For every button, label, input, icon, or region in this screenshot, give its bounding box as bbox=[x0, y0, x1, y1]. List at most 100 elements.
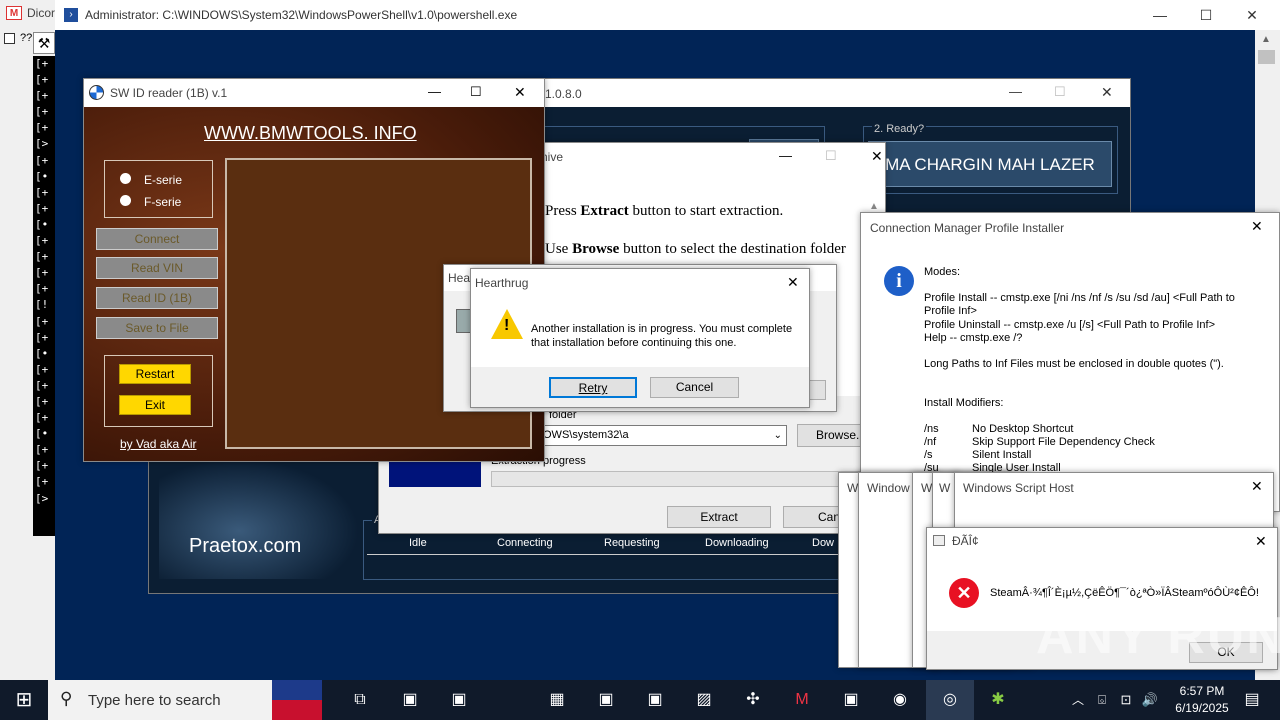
restart-button[interactable]: Restart bbox=[119, 364, 191, 384]
minimize-icon[interactable]: — bbox=[1137, 0, 1183, 30]
archive-folder-value: OWS\system32\a bbox=[543, 429, 629, 441]
taskbar-app-powershell-icon[interactable]: ▣ bbox=[394, 684, 426, 716]
console-lines: [+ [+ [+ [+ [+ [> [+ [• [+ [+ [• [+ [+ [+ [+ [! [+ [+ [• [+… bbox=[35, 56, 55, 507]
archive-image bbox=[389, 459, 481, 487]
scroll-up-icon[interactable]: ▲ bbox=[1261, 34, 1271, 45]
radio-e-label: E-serie bbox=[144, 173, 183, 187]
taskbar: ⊞ ⚲ Type here to search ⧉ ▣ ▣ ▦ ▣ ▣ ▨ ✣ … bbox=[0, 680, 1280, 720]
ready-button[interactable]: MA CHARGIN MAH LAZER bbox=[868, 141, 1112, 187]
archive-scroll-up-icon[interactable]: ▲ bbox=[869, 201, 879, 212]
console-line: [+ bbox=[35, 282, 49, 296]
sw-credit[interactable]: by Vad aka Air bbox=[120, 437, 197, 451]
dicor-tool-icon: ⚒ bbox=[33, 32, 55, 54]
sw-titlebar: SW ID reader (1B) v.1 — ☐ ✕ bbox=[84, 79, 544, 107]
taskbar-app-installer-icon[interactable]: ▨ bbox=[688, 684, 720, 716]
steam-error-message: SteamÂ·¾¶Î´È¡µ½,ÇëÊÖ¶¯´ò¿ªÒ»ÏÂSteamºóÔÙ²… bbox=[990, 587, 1259, 599]
taskbar-app-window3-icon[interactable]: ▣ bbox=[639, 684, 671, 716]
console-line: [> bbox=[35, 491, 49, 505]
powershell-icon: › bbox=[64, 8, 78, 22]
tray-device-icon[interactable]: ⌺ bbox=[1090, 684, 1114, 716]
error-icon: ✕ bbox=[949, 578, 979, 608]
console-line: [+ bbox=[35, 330, 49, 344]
read-vin-button[interactable]: Read VIN bbox=[96, 257, 218, 279]
cm-modes-label: Modes: bbox=[924, 266, 961, 278]
console-line: [+ bbox=[35, 121, 49, 135]
read-id-button[interactable]: Read ID (1B) bbox=[96, 287, 218, 309]
archive-maximize-icon[interactable]: ☐ bbox=[825, 148, 837, 164]
connect-button[interactable]: Connect bbox=[96, 228, 218, 250]
taskbar-date[interactable]: 6/19/2025 bbox=[1164, 701, 1240, 715]
steam-close-icon[interactable]: ✕ bbox=[1255, 533, 1267, 550]
maximize-icon[interactable]: ☐ bbox=[1183, 0, 1229, 30]
dicor-checkbox[interactable] bbox=[4, 33, 15, 44]
cm-line-2: Profile Uninstall -- cmstp.exe /u [/s] <… bbox=[924, 319, 1216, 331]
steam-dialog-title: ÐÃÎ¢ bbox=[952, 534, 979, 548]
cm-close-icon[interactable]: ✕ bbox=[1251, 218, 1263, 235]
exit-button[interactable]: Exit bbox=[119, 395, 191, 415]
ready-group: 2. Ready? MA CHARGIN MAH LAZER bbox=[863, 123, 1118, 194]
task-view-icon[interactable]: ⧉ bbox=[344, 684, 376, 716]
console-line: [+ bbox=[35, 89, 49, 103]
search-placeholder: Type here to search bbox=[88, 692, 221, 709]
retry-button[interactable]: Retry bbox=[549, 377, 637, 398]
lazer-minimize-icon[interactable]: — bbox=[1009, 84, 1022, 99]
tray-network-icon[interactable]: ⊡ bbox=[1114, 684, 1138, 716]
console-line: [+ bbox=[35, 394, 49, 408]
console-line: [+ bbox=[35, 57, 49, 70]
taskbar-app-bmw-icon[interactable]: ◉ bbox=[884, 684, 916, 716]
taskbar-time[interactable]: 6:57 PM bbox=[1172, 684, 1232, 698]
cm-title: Connection Manager Profile Installer bbox=[870, 221, 1065, 235]
radio-e-serie[interactable] bbox=[120, 173, 131, 184]
close-icon[interactable]: ✕ bbox=[1229, 0, 1275, 30]
save-file-button[interactable]: Save to File bbox=[96, 317, 218, 339]
notification-icon[interactable]: ▤ bbox=[1236, 684, 1268, 716]
radio-f-serie[interactable] bbox=[120, 195, 131, 206]
scroll-thumb[interactable] bbox=[1258, 50, 1275, 64]
taskbar-search[interactable]: ⚲ Type here to search bbox=[48, 680, 322, 720]
hearthrug-titlebar: Hearthrug ✕ bbox=[471, 269, 809, 297]
sw-maximize-icon[interactable]: ☐ bbox=[470, 84, 482, 100]
taskbar-app-chrome-icon[interactable]: ◎ bbox=[926, 680, 974, 720]
console-line: [! bbox=[35, 298, 49, 312]
taskbar-app-network-icon[interactable]: ✣ bbox=[737, 684, 769, 716]
wsh-3-title: W bbox=[921, 481, 933, 495]
taskbar-app-tool-icon[interactable]: ✱ bbox=[982, 684, 1014, 716]
wsh-close-icon[interactable]: ✕ bbox=[1251, 478, 1263, 495]
taskbar-app-window-icon[interactable]: ▣ bbox=[443, 684, 475, 716]
tray-volume-icon[interactable]: 🔊 bbox=[1138, 684, 1162, 716]
dicor-checkbox-label: ?? bbox=[20, 32, 33, 44]
extract-button[interactable]: Extract bbox=[667, 506, 771, 528]
wsh-4-title: W bbox=[939, 481, 951, 495]
console-line: [+ bbox=[35, 475, 49, 489]
cm-modifier-desc: No Desktop Shortcut bbox=[972, 423, 1074, 435]
cm-line-3: Help -- cmstp.exe /? bbox=[924, 332, 1023, 344]
start-button[interactable]: ⊞ bbox=[0, 680, 48, 720]
search-icon: ⚲ bbox=[60, 689, 73, 708]
status-dow: Dow bbox=[812, 537, 835, 549]
archive-close-icon[interactable]: ✕ bbox=[871, 148, 883, 165]
console-area: [+ [+ [+ [+ [+ [> [+ [• [+ [+ [• [+ [+ [+ [+ [! [+ [+ [• [+… bbox=[33, 56, 55, 536]
powershell-title: Administrator: C:\WINDOWS\System32\Windo… bbox=[85, 8, 518, 22]
archive-instruction-1: Press Extract button to start extraction… bbox=[545, 203, 784, 219]
taskbar-app-window4-icon[interactable]: ▣ bbox=[835, 684, 867, 716]
hearthrug-close-icon[interactable]: ✕ bbox=[787, 274, 799, 291]
sw-minimize-icon[interactable]: — bbox=[428, 84, 441, 99]
lazer-maximize-icon[interactable]: ☐ bbox=[1054, 84, 1066, 100]
lazer-close-icon[interactable]: ✕ bbox=[1101, 84, 1113, 101]
archive-folder-input[interactable]: OWS\system32\a ⌄ bbox=[539, 425, 787, 446]
taskbar-app-gmail-icon[interactable]: M bbox=[786, 684, 818, 716]
cm-long-paths: Long Paths to Inf Files must be enclosed… bbox=[924, 358, 1224, 370]
tray-chevron-up-icon[interactable]: ︿ bbox=[1068, 684, 1088, 716]
chevron-down-icon[interactable]: ⌄ bbox=[774, 426, 782, 445]
sw-close-icon[interactable]: ✕ bbox=[514, 84, 526, 101]
console-line: [+ bbox=[35, 411, 49, 425]
taskbar-app-window2-icon[interactable]: ▣ bbox=[590, 684, 622, 716]
console-line: [+ bbox=[35, 459, 49, 473]
sw-website[interactable]: WWW.BMWTOOLS. INFO bbox=[204, 123, 417, 144]
hearthrug-title: Hearthrug bbox=[475, 276, 529, 290]
archive-minimize-icon[interactable]: — bbox=[779, 148, 792, 163]
console-line: [• bbox=[35, 427, 49, 441]
hearthrug-dialog: Hearthrug ✕ ! Another installation is in… bbox=[470, 268, 810, 408]
hearthrug-cancel-button[interactable]: Cancel bbox=[650, 377, 739, 398]
taskbar-app-grid-icon[interactable]: ▦ bbox=[541, 684, 573, 716]
